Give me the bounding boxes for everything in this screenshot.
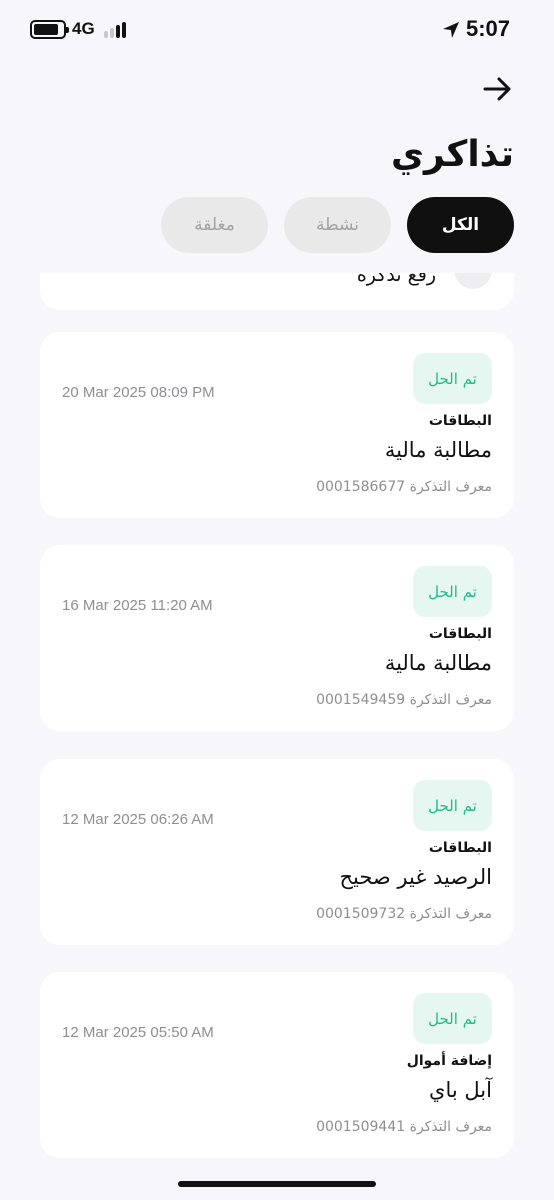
ticket-id: معرف التذكرة 0001586677 (316, 479, 492, 495)
network-type: 4G (72, 19, 95, 38)
tab-active[interactable]: نشطة (284, 197, 391, 253)
ticket-card[interactable]: تم الحل 16 Mar 2025 11:20 AM البطاقات مط… (40, 545, 514, 731)
ticket-id: معرف التذكرة 0001509441 (316, 1119, 492, 1135)
ticket-date: 16 Mar 2025 11:20 AM (62, 597, 213, 614)
ticket-card[interactable]: تم الحل 12 Mar 2025 05:50 AM إضافة أموال… (40, 972, 514, 1158)
tab-all[interactable]: الكل (407, 197, 514, 253)
ticket-date: 20 Mar 2025 08:09 PM (62, 384, 215, 401)
ticket-card[interactable]: تم الحل 12 Mar 2025 06:26 AM البطاقات ال… (40, 759, 514, 945)
ticket-card[interactable]: تم الحل 20 Mar 2025 08:09 PM البطاقات مط… (40, 332, 514, 518)
status-bar: 4G 5:07 (0, 0, 554, 62)
status-badge: تم الحل (413, 353, 492, 404)
back-arrow-icon[interactable] (480, 73, 514, 105)
ticket-list[interactable]: رفع تذكرة تم الحل 20 Mar 2025 08:09 PM ا… (0, 273, 554, 1200)
ticket-title: مطالبة مالية (384, 438, 492, 462)
ticket-title: الرصيد غير صحيح (339, 865, 492, 889)
ticket-title: آبل باي (429, 1078, 492, 1102)
filter-tabs: الكل نشطة مغلقة (161, 197, 514, 253)
tab-closed[interactable]: مغلقة (161, 197, 268, 253)
ticket-date: 12 Mar 2025 06:26 AM (62, 811, 214, 828)
ticket-id: معرف التذكرة 0001549459 (316, 692, 492, 708)
home-indicator (178, 1181, 376, 1187)
location-arrow-icon (443, 22, 459, 38)
ticket-title: مطالبة مالية (384, 651, 492, 675)
raise-ticket-card[interactable]: رفع تذكرة (40, 273, 514, 310)
raise-ticket-label: رفع تذكرة (356, 273, 436, 286)
battery-icon (30, 20, 69, 39)
status-time: 5:07 (466, 16, 511, 41)
ticket-category: إضافة أموال (406, 1053, 492, 1069)
ticket-id: معرف التذكرة 0001509732 (316, 906, 492, 922)
signal-icon (104, 22, 128, 38)
status-badge: تم الحل (413, 993, 492, 1044)
ticket-category: البطاقات (428, 626, 492, 642)
add-icon (454, 273, 492, 289)
ticket-date: 12 Mar 2025 05:50 AM (62, 1024, 214, 1041)
ticket-category: البطاقات (428, 840, 492, 856)
ticket-category: البطاقات (428, 413, 492, 429)
status-badge: تم الحل (413, 780, 492, 831)
status-badge: تم الحل (413, 566, 492, 617)
page-title: تذاكري (391, 134, 514, 175)
